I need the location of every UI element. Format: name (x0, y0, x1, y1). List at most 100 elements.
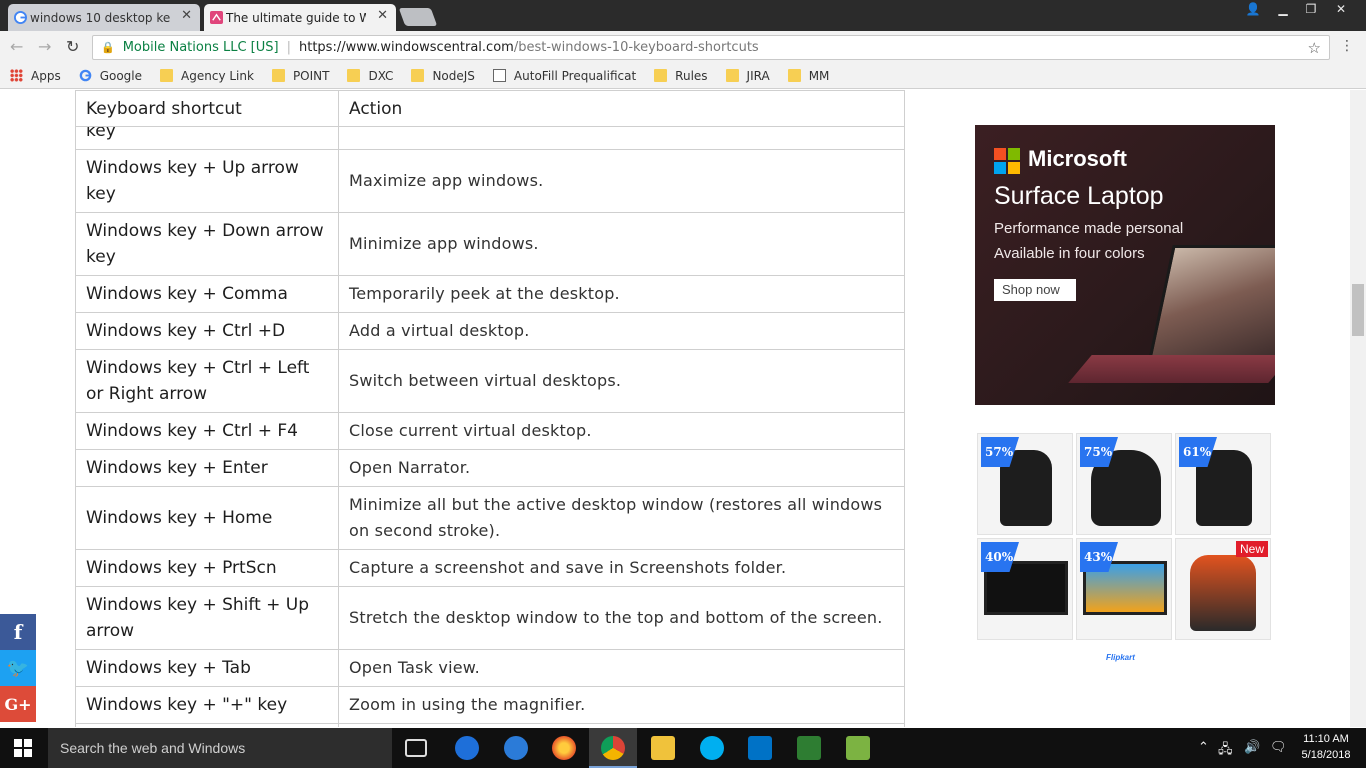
laptop-keyboard-image (1068, 355, 1275, 383)
bookmark-dxc[interactable]: DXC (347, 69, 393, 83)
table-row: Windows key + "+" key Zoom in using the … (75, 686, 905, 724)
spreadsheet-app-icon[interactable] (797, 736, 821, 760)
product-tile[interactable]: 61% (1175, 433, 1271, 535)
internet-explorer-icon[interactable] (504, 736, 528, 760)
google-plus-share-button[interactable]: G+ (0, 686, 36, 722)
reload-icon[interactable]: ↻ (66, 37, 79, 56)
bookmark-label: Agency Link (181, 68, 254, 83)
table-row: Windows key + Comma Temporarily peek at … (75, 275, 905, 313)
shortcut-cell: Windows key + PrtScn (75, 549, 339, 587)
shop-now-button[interactable]: Shop now (994, 279, 1076, 301)
scrollbar[interactable] (1350, 90, 1366, 727)
twitter-icon: 🐦 (6, 657, 30, 679)
scrollbar-thumb[interactable] (1352, 284, 1364, 336)
action-cell: Open Task view. (338, 649, 905, 687)
bookmark-label: DXC (368, 68, 394, 83)
bookmark-google[interactable]: Google (79, 69, 142, 83)
bookmark-autofill[interactable]: AutoFill Prequalificat (492, 69, 636, 83)
bookmark-nodejs[interactable]: NodeJS (411, 69, 475, 83)
bookmark-point[interactable]: POINT (271, 68, 330, 83)
table-row: Windows key + Up arrow key Maximize app … (75, 149, 905, 213)
bookmark-star-icon[interactable]: ☆ (1308, 39, 1321, 57)
ev-certificate-owner: Mobile Nations LLC [US] (122, 40, 279, 55)
tab-strip: windows 10 desktop key ✕ The ultimate gu… (0, 0, 1366, 31)
action-cell: Switch between virtual desktops. (338, 349, 905, 413)
network-icon[interactable]: 🖧 (1218, 740, 1233, 762)
taskbar-clock[interactable]: 11:10 AM 5/18/2018 (1296, 731, 1356, 763)
page-icon (492, 69, 506, 82)
tab-close-icon[interactable]: ✕ (377, 8, 388, 23)
windows-central-icon (210, 11, 223, 24)
action-cell: Minimize app windows. (338, 212, 905, 276)
windows-start-icon[interactable] (14, 739, 32, 757)
url-host: https://www.windowscentral.com (298, 40, 514, 55)
product-tile[interactable]: 43% (1076, 538, 1172, 640)
bookmark-agency-link[interactable]: Agency Link (160, 69, 254, 83)
menu-icon[interactable]: ⋮ (1340, 38, 1354, 54)
twitter-share-button[interactable]: 🐦 (0, 650, 36, 686)
table-row: Windows key + Ctrl + Left or Right arrow… (75, 349, 905, 413)
table-row: Windows key + Ctrl + F4 Close current vi… (75, 412, 905, 450)
shortcut-cell: Windows key + Tab (75, 649, 339, 687)
product-tile[interactable]: 75% (1076, 433, 1172, 535)
bookmark-label: POINT (292, 68, 330, 83)
firefox-icon[interactable] (552, 736, 576, 760)
table-row: Windows key + Tab Open Task view. (75, 649, 905, 687)
shortcut-cell: Windows key + Enter (75, 449, 339, 487)
shortcut-cell: Windows key + Down arrow key (75, 212, 339, 276)
folder-icon (347, 69, 361, 82)
web-page: Keyboard shortcut Action key Windows key… (0, 90, 1350, 727)
lock-icon: 🔒 (101, 41, 115, 54)
separator: | (286, 40, 291, 55)
file-explorer-icon[interactable] (651, 736, 675, 760)
edge-icon[interactable] (455, 736, 479, 760)
address-bar[interactable]: 🔒 Mobile Nations LLC [US] | https://www.… (92, 35, 1330, 60)
outlook-icon[interactable] (748, 736, 772, 760)
shortcut-cell: Windows key + Ctrl + F4 (75, 412, 339, 450)
tab-close-icon[interactable]: ✕ (181, 8, 192, 23)
profile-icon[interactable]: 👤 (1238, 0, 1268, 20)
product-tile[interactable]: 57% (977, 433, 1073, 535)
shortcut-cell: Windows key + "+" key (75, 686, 339, 724)
bookmark-jira[interactable]: JIRA (725, 69, 770, 83)
browser-toolbar: ← → ↻ 🔒 Mobile Nations LLC [US] | https:… (0, 31, 1366, 63)
app-icon[interactable] (846, 736, 870, 760)
url-path: /best-windows-10-keyboard-shortcuts (513, 40, 759, 55)
close-window-icon[interactable]: ✕ (1326, 0, 1356, 20)
shortcut-cell: Windows key + Shift + Up arrow (75, 586, 339, 650)
back-icon[interactable]: ← (10, 37, 23, 56)
restore-icon[interactable]: ❐ (1296, 0, 1326, 20)
glove-image (1190, 555, 1256, 631)
shortcut-cell: Windows key + Home (75, 486, 339, 550)
volume-icon[interactable]: 🔊 (1244, 740, 1260, 755)
new-tab-button[interactable] (398, 8, 438, 26)
forward-icon[interactable]: → (38, 37, 51, 56)
bookmark-apps[interactable]: Apps (10, 69, 61, 83)
clock-date: 5/18/2018 (1301, 749, 1351, 761)
minimize-icon[interactable]: ▁ (1268, 0, 1298, 20)
action-center-icon[interactable]: 🗨 (1270, 740, 1287, 755)
product-tile[interactable]: New (1175, 538, 1271, 640)
skype-icon[interactable] (700, 736, 724, 760)
taskbar-search[interactable]: Search the web and Windows (48, 728, 392, 768)
google-icon (79, 69, 92, 82)
bookmark-mm[interactable]: MM (787, 68, 830, 83)
table-row: Windows key + Enter Open Narrator. (75, 449, 905, 487)
shortcut-text: key (86, 127, 116, 141)
shortcuts-table: Keyboard shortcut Action key Windows key… (75, 90, 905, 727)
facebook-share-button[interactable]: f (0, 614, 36, 650)
show-hidden-icons-icon[interactable]: ⌃ (1198, 740, 1209, 755)
tab-search[interactable]: windows 10 desktop key ✕ (8, 4, 200, 31)
table-row: key (75, 126, 905, 150)
folder-icon (271, 69, 285, 82)
tab-label: windows 10 desktop key (30, 10, 170, 25)
shortcut-cell: Windows key + Up arrow key (75, 149, 339, 213)
google-icon (14, 11, 27, 24)
tab-article[interactable]: The ultimate guide to Wi ✕ (204, 4, 396, 31)
surface-laptop-ad[interactable]: Microsoft Surface Laptop Performance mad… (975, 125, 1275, 405)
task-view-icon[interactable] (405, 739, 427, 757)
google-plus-icon: G+ (4, 694, 32, 714)
product-tile[interactable]: 40% (977, 538, 1073, 640)
bookmark-label: MM (808, 68, 830, 83)
bookmark-rules[interactable]: Rules (654, 69, 708, 83)
